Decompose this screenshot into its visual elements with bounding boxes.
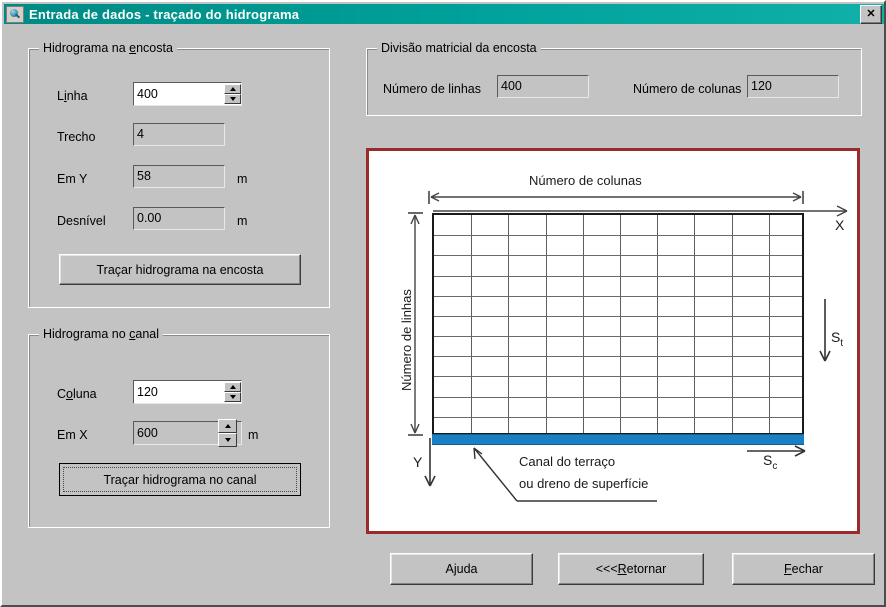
diagram-callout-line1: Canal do terraço [519, 454, 616, 469]
grid-row-line [434, 316, 802, 317]
grid-column-line [471, 215, 472, 433]
grid-row-line [434, 255, 802, 256]
diagram-canvas: Número de colunas Número de linhas X Y S… [369, 151, 857, 531]
fechar-post: echar [791, 562, 823, 576]
label-linha-post: nha [66, 89, 88, 103]
group-encosta-legend: Hidrograma na encosta [39, 41, 177, 55]
group-canal-legend: Hidrograma no canal [39, 327, 164, 341]
ajuda-post: uda [456, 562, 478, 576]
diagram-channel-bar [432, 434, 804, 445]
label-coluna-post: luna [72, 387, 97, 401]
title-bar[interactable]: Entrada de dados - traçado do hidrograma… [4, 4, 884, 24]
spinner-coluna-down[interactable] [224, 392, 241, 402]
label-numero-colunas: Número de colunas [633, 82, 742, 96]
dialog-window: Entrada de dados - traçado do hidrograma… [0, 0, 886, 607]
label-em-x: Em X [57, 428, 88, 442]
unit-em-x: m [248, 428, 259, 442]
spinner-em-x[interactable] [218, 419, 237, 447]
retornar-mnemonic: R [617, 562, 627, 576]
grid-column-line [583, 215, 584, 433]
diagram-callout-line2: ou dreno de superfície [519, 476, 649, 491]
spinner-linha-down[interactable] [224, 94, 241, 104]
input-numero-linhas: 400 [497, 75, 589, 98]
label-numero-linhas: Número de linhas [383, 82, 481, 96]
label-linha: Linha [57, 89, 88, 103]
retornar-post: etornar [626, 562, 667, 576]
grid-column-line [657, 215, 658, 433]
button-tracar-hidrograma-encosta[interactable]: Traçar hidrograma na encosta [59, 254, 301, 285]
ajuda-pre: A [445, 562, 454, 576]
spinner-linha[interactable] [224, 84, 241, 104]
input-numero-colunas: 120 [747, 75, 839, 98]
grid-row-line [434, 397, 802, 398]
grid-column-line [620, 215, 621, 433]
app-magnifier-icon [6, 5, 24, 23]
input-em-y: 58 [133, 165, 225, 188]
label-trecho: Trecho [57, 130, 96, 144]
diagram-axis-y: Y [413, 454, 423, 470]
spinner-linha-up[interactable] [224, 84, 241, 94]
grid-row-line [434, 417, 802, 418]
unit-desnivel: m [237, 214, 248, 228]
grid-row-line [434, 376, 802, 377]
grid-column-line [769, 215, 770, 433]
fechar-mnemonic: F [784, 562, 792, 576]
canal-legend-pre: Hidrograma no [43, 327, 130, 341]
unit-em-y: m [237, 172, 248, 186]
label-coluna: Coluna [57, 387, 97, 401]
grid-column-line [694, 215, 695, 433]
grid-row-line [434, 356, 802, 357]
button-fechar[interactable]: Fechar [732, 553, 875, 585]
slope-terrain-sub: t [840, 337, 844, 349]
grid-row-line [434, 336, 802, 337]
slope-channel-sub: c [772, 460, 778, 472]
diagram-panel: Número de colunas Número de linhas X Y S… [366, 148, 860, 534]
label-em-y: Em Y [57, 172, 88, 186]
group-hidrograma-encosta: Hidrograma na encosta Linha 400 Trecho 4… [28, 41, 330, 308]
grid-column-line [732, 215, 733, 433]
spinner-em-x-down[interactable] [218, 433, 237, 447]
diagram-axis-x: X [835, 217, 845, 233]
button-tracar-hidrograma-canal[interactable]: Traçar hidrograma no canal [59, 463, 301, 496]
retornar-pre: <<< [595, 562, 618, 576]
grid-column-line [508, 215, 509, 433]
spinner-em-x-up[interactable] [218, 419, 237, 433]
label-desnivel: Desnível [57, 214, 106, 228]
spinner-coluna[interactable] [224, 382, 241, 402]
close-button[interactable]: ✕ [860, 4, 882, 24]
diagram-slope-channel: Sc [763, 452, 777, 472]
spinner-coluna-up[interactable] [224, 382, 241, 392]
input-trecho: 4 [133, 123, 225, 146]
diagram-label-numero-linhas: Número de linhas [399, 289, 414, 391]
diagram-slope-terrain: St [831, 329, 843, 349]
legend-pre: Hidrograma na [43, 41, 130, 55]
label-coluna-mnemonic: o [66, 387, 73, 401]
slope-channel-letter: S [763, 452, 773, 468]
grid-row-line [434, 296, 802, 297]
input-desnivel: 0.00 [133, 207, 225, 230]
canal-legend-post: anal [135, 327, 160, 341]
group-divisao-matricial: Divisão matricial da encosta Número de l… [366, 41, 862, 116]
grid-row-line [434, 276, 802, 277]
window-title: Entrada de dados - traçado do hidrograma [29, 6, 300, 22]
button-ajuda[interactable]: Aj uda [390, 553, 533, 585]
button-canal-label: Traçar hidrograma no canal [103, 472, 257, 487]
group-hidrograma-canal: Hidrograma no canal Coluna 120 Em X 600 … [28, 327, 330, 528]
legend-post: ncosta [136, 41, 173, 55]
label-linha-pre: L [57, 89, 64, 103]
group-divisao-legend: Divisão matricial da encosta [377, 41, 541, 55]
diagram-grid [432, 213, 804, 435]
grid-row-line [434, 235, 802, 236]
button-retornar[interactable]: <<< Retornar [558, 553, 704, 585]
slope-terrain-letter: S [831, 329, 841, 345]
grid-column-line [546, 215, 547, 433]
label-coluna-pre: C [57, 387, 67, 401]
